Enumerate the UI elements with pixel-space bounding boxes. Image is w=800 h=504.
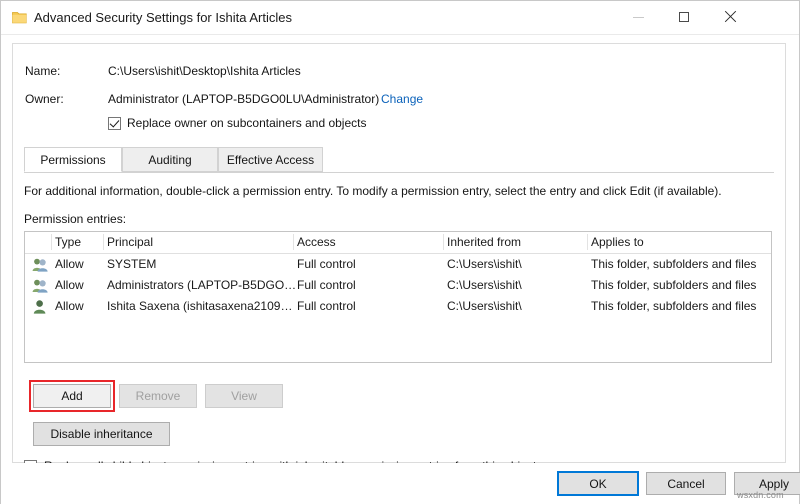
maximize-button[interactable]: [661, 1, 707, 33]
owner-label: Owner:: [25, 92, 64, 106]
table-row[interactable]: Allow Administrators (LAPTOP-B5DGO… Full…: [25, 275, 771, 296]
folder-icon: [12, 10, 27, 24]
cell-inherited-from: C:\Users\ishit\: [447, 257, 587, 271]
table-row[interactable]: Allow Ishita Saxena (ishitasaxena2109… F…: [25, 296, 771, 317]
cell-inherited-from: C:\Users\ishit\: [447, 278, 587, 292]
close-icon: [724, 11, 736, 23]
ok-button[interactable]: OK: [558, 472, 638, 495]
tab-strip: Permissions Auditing Effective Access: [24, 147, 774, 173]
cell-applies-to: This folder, subfolders and files: [591, 299, 771, 313]
permissions-description: For additional information, double-click…: [24, 184, 774, 198]
replace-owner-label: Replace owner on subcontainers and objec…: [127, 116, 366, 130]
window-title: Advanced Security Settings for Ishita Ar…: [34, 10, 292, 25]
column-divider[interactable]: [51, 234, 52, 250]
cell-access: Full control: [297, 278, 437, 292]
column-header-type[interactable]: Type: [55, 235, 81, 249]
maximize-icon: [679, 12, 689, 22]
cell-type: Allow: [55, 257, 84, 271]
name-label: Name:: [25, 64, 60, 78]
cell-applies-to: This folder, subfolders and files: [591, 257, 771, 271]
tab-auditing[interactable]: Auditing: [122, 147, 218, 172]
remove-button: Remove: [119, 384, 197, 408]
cell-type: Allow: [55, 299, 84, 313]
group-icon: [32, 257, 48, 272]
cell-principal: SYSTEM: [107, 257, 297, 271]
tab-effective-access[interactable]: Effective Access: [218, 147, 323, 172]
column-header-principal[interactable]: Principal: [107, 235, 297, 249]
close-button[interactable]: [707, 1, 753, 33]
add-button[interactable]: Add: [33, 384, 111, 408]
title-bar[interactable]: Advanced Security Settings for Ishita Ar…: [1, 1, 799, 35]
dialog-footer: OK Cancel Apply: [1, 463, 799, 504]
cell-access: Full control: [297, 299, 437, 313]
column-divider[interactable]: [443, 234, 444, 250]
advanced-security-settings-dialog: Advanced Security Settings for Ishita Ar…: [0, 0, 800, 504]
column-header-applies-to[interactable]: Applies to: [591, 235, 771, 249]
column-header-inherited-from[interactable]: Inherited from: [447, 235, 587, 249]
minimize-icon: [633, 17, 644, 18]
column-divider[interactable]: [587, 234, 588, 250]
cancel-button[interactable]: Cancel: [646, 472, 726, 495]
owner-value: Administrator (LAPTOP-B5DGO0LU\Administr…: [108, 92, 379, 106]
cell-inherited-from: C:\Users\ishit\: [447, 299, 587, 313]
replace-owner-checkbox-row[interactable]: Replace owner on subcontainers and objec…: [108, 116, 366, 130]
view-button: View: [205, 384, 283, 408]
user-icon: [32, 299, 48, 314]
minimize-button[interactable]: [615, 1, 661, 33]
listview-header: Type Principal Access Inherited from App…: [25, 232, 771, 254]
permission-entries-listview[interactable]: Type Principal Access Inherited from App…: [24, 231, 772, 363]
column-divider[interactable]: [293, 234, 294, 250]
dialog-body-panel: Name: C:\Users\ishit\Desktop\Ishita Arti…: [12, 43, 786, 463]
cell-principal: Administrators (LAPTOP-B5DGO…: [107, 278, 297, 292]
group-icon: [32, 278, 48, 293]
replace-owner-checkbox[interactable]: [108, 117, 121, 130]
tab-permissions[interactable]: Permissions: [24, 147, 122, 172]
column-header-access[interactable]: Access: [297, 235, 437, 249]
cell-access: Full control: [297, 257, 437, 271]
name-value: C:\Users\ishit\Desktop\Ishita Articles: [108, 64, 301, 78]
cell-principal: Ishita Saxena (ishitasaxena2109…: [107, 299, 297, 313]
change-owner-link[interactable]: Change: [381, 92, 423, 106]
table-row[interactable]: Allow SYSTEM Full control C:\Users\ishit…: [25, 254, 771, 275]
cell-applies-to: This folder, subfolders and files: [591, 278, 771, 292]
permission-entries-label: Permission entries:: [24, 212, 126, 226]
column-divider[interactable]: [103, 234, 104, 250]
watermark: wsxdn.com: [737, 490, 784, 500]
disable-inheritance-button[interactable]: Disable inheritance: [33, 422, 170, 446]
cell-type: Allow: [55, 278, 84, 292]
